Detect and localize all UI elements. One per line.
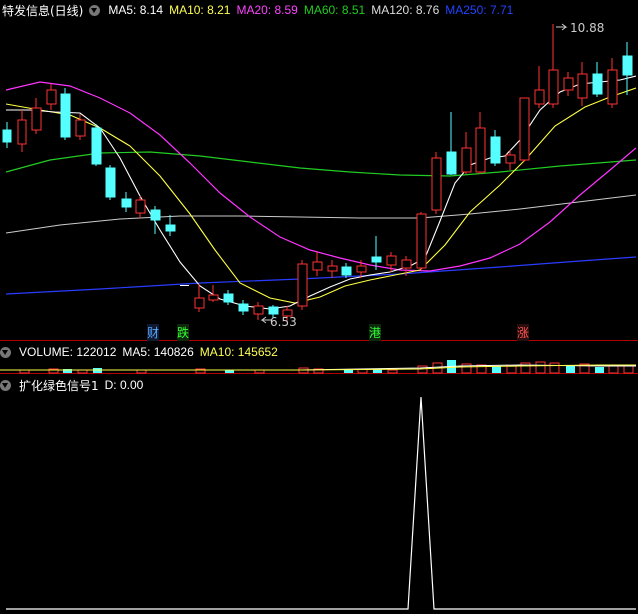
separator-price-volume (0, 340, 638, 341)
ma120-line (5, 194, 637, 234)
volume-label: VOLUME: 122012 (19, 345, 117, 359)
indicator-value: D: 0.00 (104, 378, 144, 392)
volume-ma10-label: MA10: 145652 (199, 345, 278, 359)
candles (2, 24, 633, 322)
indicator-panel-header: 扩化绿色信号1 D: 0.00 (0, 375, 143, 395)
indicator-signal-line (6, 396, 636, 610)
event-marker-cai[interactable]: 财 (147, 324, 160, 341)
volume-ma5-label: MA5: 140826 (122, 345, 194, 359)
volume-panel-header: VOLUME: 122012 MA5: 140826 MA10: 145652 (0, 342, 278, 362)
high-price-label: 10.88 (570, 21, 605, 35)
event-marker-die[interactable]: 跌 (177, 324, 190, 341)
ma20-line (5, 81, 637, 272)
high-arrow-icon (556, 23, 568, 31)
indicator-title: 扩化绿色信号1 (19, 378, 99, 393)
dropdown-arrow-icon[interactable] (0, 379, 11, 391)
ma5-line (6, 75, 637, 310)
ma10-line (5, 87, 637, 304)
event-marker-zhang[interactable]: 涨 (517, 324, 530, 341)
event-marker-gang[interactable]: 港 (369, 324, 382, 341)
kline-chart[interactable] (0, 0, 638, 614)
low-price-label: 6.53 (270, 315, 297, 329)
dropdown-arrow-icon[interactable] (0, 346, 11, 358)
